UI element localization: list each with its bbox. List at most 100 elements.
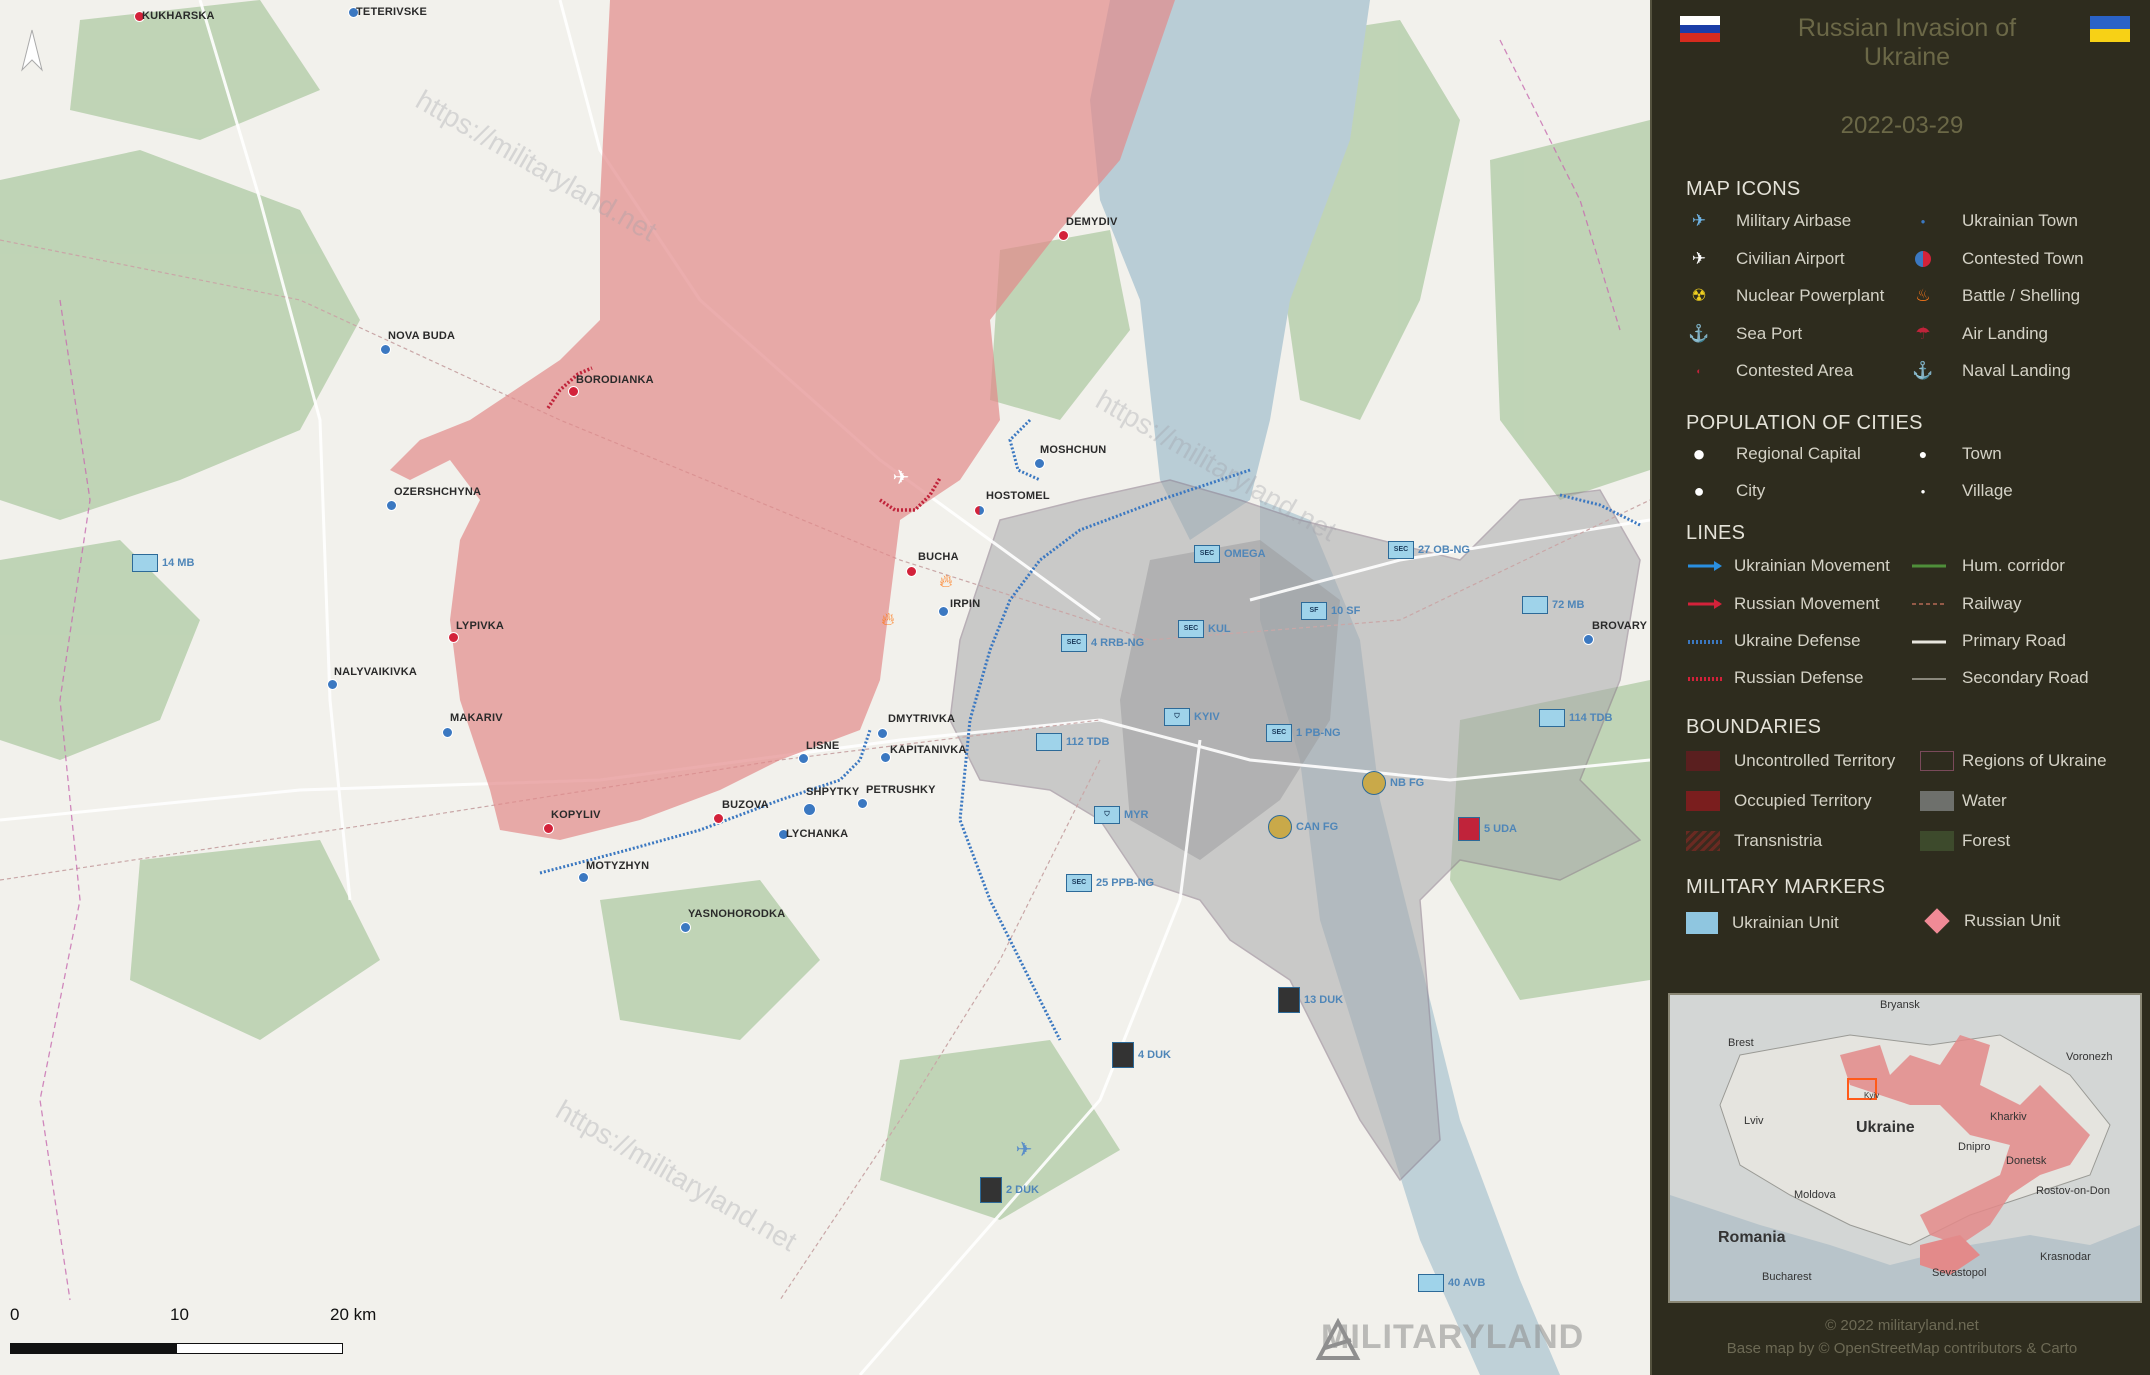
legend-item: Village <box>1962 481 2013 500</box>
unit-label: NB FG <box>1390 776 1425 789</box>
town-marker[interactable] <box>442 727 453 738</box>
ukrainian-unit-marker[interactable]: 72 MB <box>1522 596 1584 614</box>
unit-symbol-icon <box>980 1177 1002 1203</box>
unit-symbol-icon <box>1362 771 1386 795</box>
legend-item: Forest <box>1962 831 2011 850</box>
town-marker[interactable] <box>877 728 888 739</box>
town-marker[interactable] <box>1058 230 1069 241</box>
town-marker[interactable] <box>448 632 459 643</box>
ukrainian-unit-marker[interactable]: 14 MB <box>132 554 194 572</box>
map-date: 2022-03-29 <box>1840 112 1964 139</box>
legend-item: Primary Road <box>1962 631 2066 650</box>
ukrainian-unit-marker[interactable]: SF 10 SF <box>1301 602 1360 620</box>
sea-port-icon: ⚓ <box>1688 324 1710 343</box>
ukraine-flag-icon <box>2090 16 2130 42</box>
map-title: Russian Invasion of Ukraine <box>1797 14 2017 71</box>
town-marker[interactable] <box>680 922 691 933</box>
ukrainian-unit-marker[interactable]: ⛉ MYR <box>1094 806 1148 824</box>
town-marker[interactable] <box>327 679 338 690</box>
town-marker[interactable] <box>906 566 917 577</box>
ukrainian-unit-marker[interactable]: SEC 27 OB-NG <box>1388 541 1470 559</box>
basemap-credit: Base map by © OpenStreetMap contributors… <box>1726 1340 2078 1357</box>
unit-label: 4 RRB-NG <box>1091 636 1145 649</box>
legend-item: Ukrainian Town <box>1962 211 2078 230</box>
water-swatch <box>1920 791 1954 811</box>
occupied-territory-swatch <box>1686 791 1720 811</box>
place-label: PETRUSHKY <box>866 784 936 796</box>
ukrainian-unit-marker[interactable]: SEC KUL <box>1178 620 1231 638</box>
ukrainian-unit-marker[interactable]: 5 UDA <box>1458 817 1517 841</box>
legend-item: Water <box>1962 791 2007 810</box>
town-marker[interactable] <box>380 344 391 355</box>
place-label: KUKHARSKA <box>142 10 215 22</box>
place-label: HOSTOMEL <box>986 490 1050 502</box>
legend-item: Naval Landing <box>1962 361 2071 380</box>
place-label: DEMYDIV <box>1066 216 1118 228</box>
town-marker[interactable] <box>568 386 579 397</box>
copyright-credit: © 2022 militaryland.net <box>1825 1317 1979 1334</box>
ukrainian-unit-marker[interactable]: SEC 1 PB-NG <box>1266 724 1341 742</box>
unit-label: OMEGA <box>1224 547 1266 560</box>
unit-symbol-icon: ⛉ <box>1094 806 1120 824</box>
place-label: KAPITANIVKA <box>890 744 967 756</box>
ukrainian-unit-marker[interactable]: SEC 4 RRB-NG <box>1061 634 1144 652</box>
russian-unit-swatch <box>1924 908 1950 934</box>
battle-icon: 🔥︎ <box>939 571 952 591</box>
legend-item: Ukraine Defense <box>1734 631 1861 650</box>
inset-label: Kharkiv <box>1990 1111 2027 1123</box>
legend-item: Contested Area <box>1736 361 1854 380</box>
town-marker[interactable] <box>1583 634 1594 645</box>
place-label: DMYTRIVKA <box>888 713 956 725</box>
legend-item: Air Landing <box>1962 324 2049 343</box>
ukrainian-unit-swatch <box>1686 912 1718 934</box>
map-view[interactable]: ✈ ✈ 🔥︎ 🔥︎ https://militaryland.net https… <box>0 0 1650 1375</box>
town-marker[interactable] <box>857 798 868 809</box>
ukrainian-unit-marker[interactable]: 112 TDB <box>1036 733 1109 751</box>
legend-item: Russian Unit <box>1964 911 2061 930</box>
town-marker[interactable] <box>798 753 809 764</box>
unit-label: 27 OB-NG <box>1418 543 1470 556</box>
ukrainian-unit-marker[interactable]: 2 DUK <box>980 1177 1039 1203</box>
town-marker[interactable] <box>713 813 724 824</box>
legend-item: Contested Town <box>1962 249 2084 268</box>
place-label: KOPYLIV <box>551 809 601 821</box>
ukrainian-unit-marker[interactable]: 13 DUK <box>1278 987 1343 1013</box>
unit-label: CAN FG <box>1296 820 1339 833</box>
legend-item: Ukrainian Unit <box>1732 913 1839 932</box>
legend-item: Secondary Road <box>1962 668 2089 687</box>
ukrainian-unit-marker[interactable]: ⛉ KYIV <box>1164 708 1220 726</box>
battle-shelling-icon: ♨ <box>1915 286 1931 305</box>
legend-item: Occupied Territory <box>1734 791 1872 810</box>
militaryland-logo: MILITARYLAND <box>1315 1318 1584 1360</box>
town-marker[interactable] <box>938 606 949 617</box>
ukrainian-unit-marker[interactable]: NB FG <box>1362 771 1424 795</box>
contested-area-icon: ◐ <box>1696 366 1702 376</box>
military-airbase-icon: ✈ <box>1691 211 1707 230</box>
contested-town-icon <box>1910 250 1936 268</box>
contested-town-marker[interactable] <box>974 505 985 516</box>
place-label: IRPIN <box>950 598 981 610</box>
overview-inset-map[interactable]: Bryansk Brest Voronezh Lviv Ukraine Khar… <box>1668 993 2142 1303</box>
unit-label: 5 UDA <box>1484 822 1518 835</box>
unit-label: 114 TDB <box>1569 711 1613 724</box>
battle-icon: 🔥︎ <box>881 609 894 629</box>
place-label: BUCHA <box>918 551 959 563</box>
ukrainian-unit-marker[interactable]: SEC 25 PPB-NG <box>1066 874 1154 892</box>
unit-symbol-icon <box>1539 709 1565 727</box>
unit-symbol-icon: SEC <box>1266 724 1292 742</box>
ukrainian-unit-marker[interactable]: SEC OMEGA <box>1194 545 1266 563</box>
ukrainian-unit-marker[interactable]: CAN FG <box>1268 815 1338 839</box>
ukrainian-unit-marker[interactable]: 4 DUK <box>1112 1042 1171 1068</box>
ukrainian-unit-marker[interactable]: 114 TDB <box>1539 709 1612 727</box>
place-label: OZERSHCHYNA <box>394 486 482 498</box>
town-marker[interactable] <box>543 823 554 834</box>
town-marker[interactable] <box>803 803 816 816</box>
legend-item: Uncontrolled Territory <box>1734 751 1896 770</box>
town-marker[interactable] <box>1034 458 1045 469</box>
unit-symbol-icon: SEC <box>1194 545 1220 563</box>
town-marker[interactable] <box>386 500 397 511</box>
town-marker[interactable] <box>578 872 589 883</box>
logo-icon <box>1315 1318 1361 1360</box>
ukrainian-town-icon: ● <box>1920 216 1926 226</box>
ukrainian-unit-marker[interactable]: 40 AVB <box>1418 1274 1485 1292</box>
